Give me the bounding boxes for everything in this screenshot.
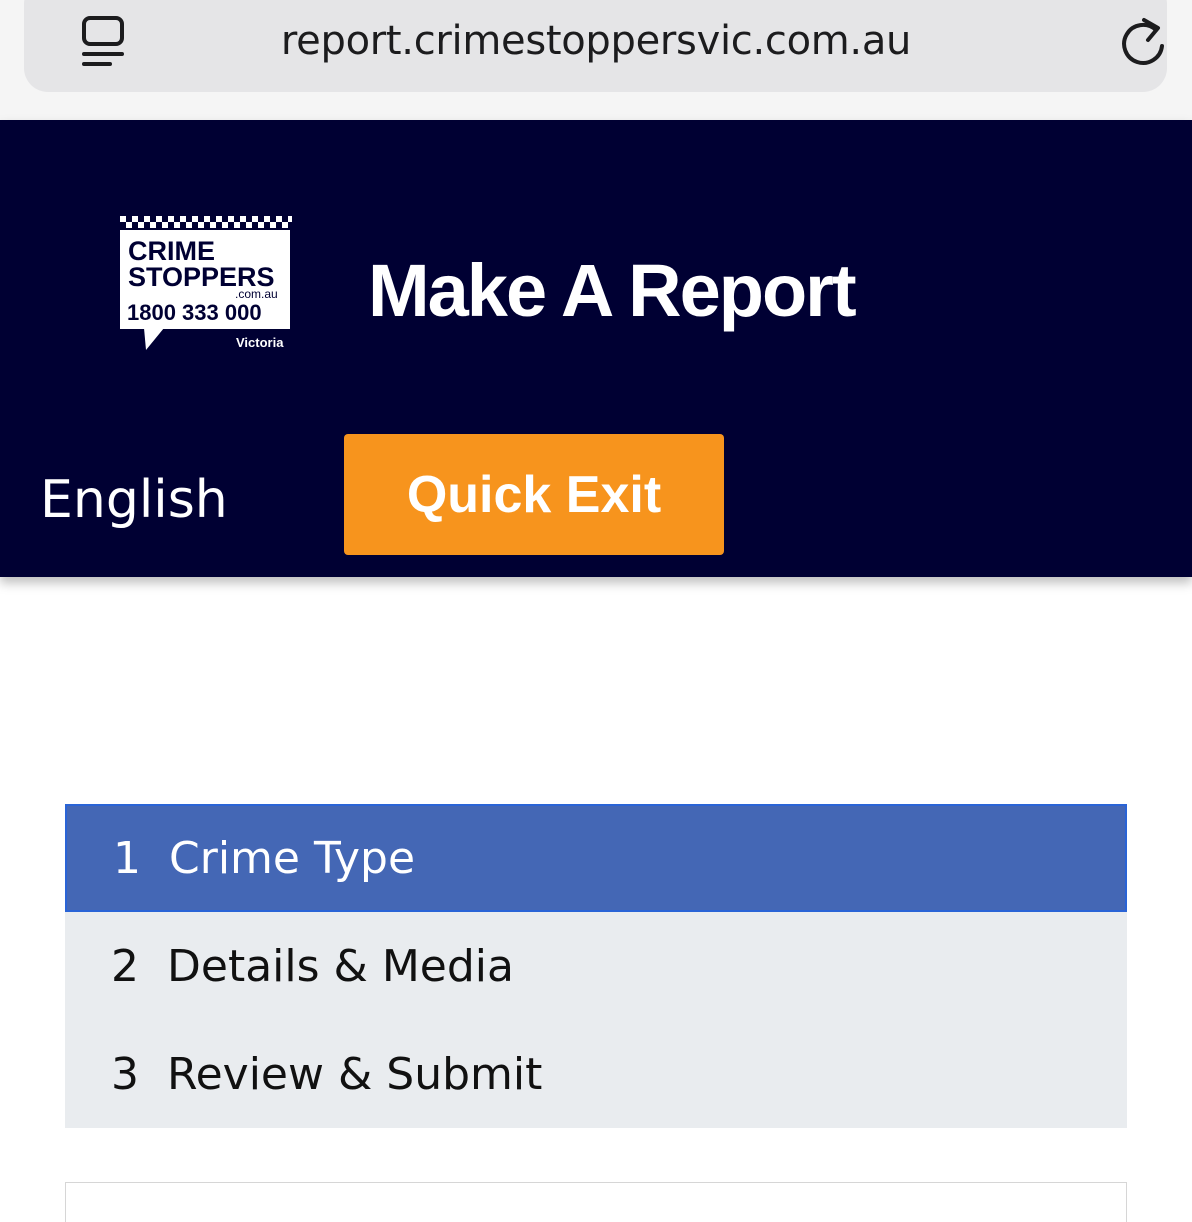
- quick-exit-button[interactable]: Quick Exit: [344, 434, 724, 555]
- step-review-submit[interactable]: 3 Review & Submit: [65, 1020, 1127, 1128]
- step-label: Review & Submit: [167, 1048, 543, 1100]
- step-crime-type[interactable]: 1 Crime Type: [65, 804, 1127, 912]
- reload-icon[interactable]: [1118, 16, 1168, 68]
- step-number: 3: [111, 1048, 139, 1100]
- crime-stoppers-logo[interactable]: CRIME STOPPERS .com.au 1800 333 000 Vict…: [120, 216, 294, 352]
- site-header: CRIME STOPPERS .com.au 1800 333 000 Vict…: [0, 120, 1192, 577]
- logo-domain: .com.au: [235, 287, 278, 301]
- logo-phone: 1800 333 000: [127, 300, 262, 325]
- url-text[interactable]: report.crimestoppersvic.com.au: [0, 18, 1192, 64]
- browser-toolbar: report.crimestoppersvic.com.au: [0, 0, 1192, 120]
- page-title: Make A Report: [368, 249, 857, 332]
- language-selector[interactable]: English: [40, 470, 228, 530]
- step-label: Details & Media: [167, 940, 514, 992]
- step-number: 2: [111, 940, 139, 992]
- step-label: Crime Type: [169, 832, 416, 884]
- content-card: [65, 1182, 1127, 1222]
- step-number: 1: [113, 832, 141, 884]
- report-steps: 1 Crime Type 2 Details & Media 3 Review …: [65, 804, 1127, 1128]
- logo-region: Victoria: [236, 335, 284, 350]
- step-details-media[interactable]: 2 Details & Media: [65, 912, 1127, 1020]
- address-bar[interactable]: report.crimestoppersvic.com.au: [24, 0, 1167, 92]
